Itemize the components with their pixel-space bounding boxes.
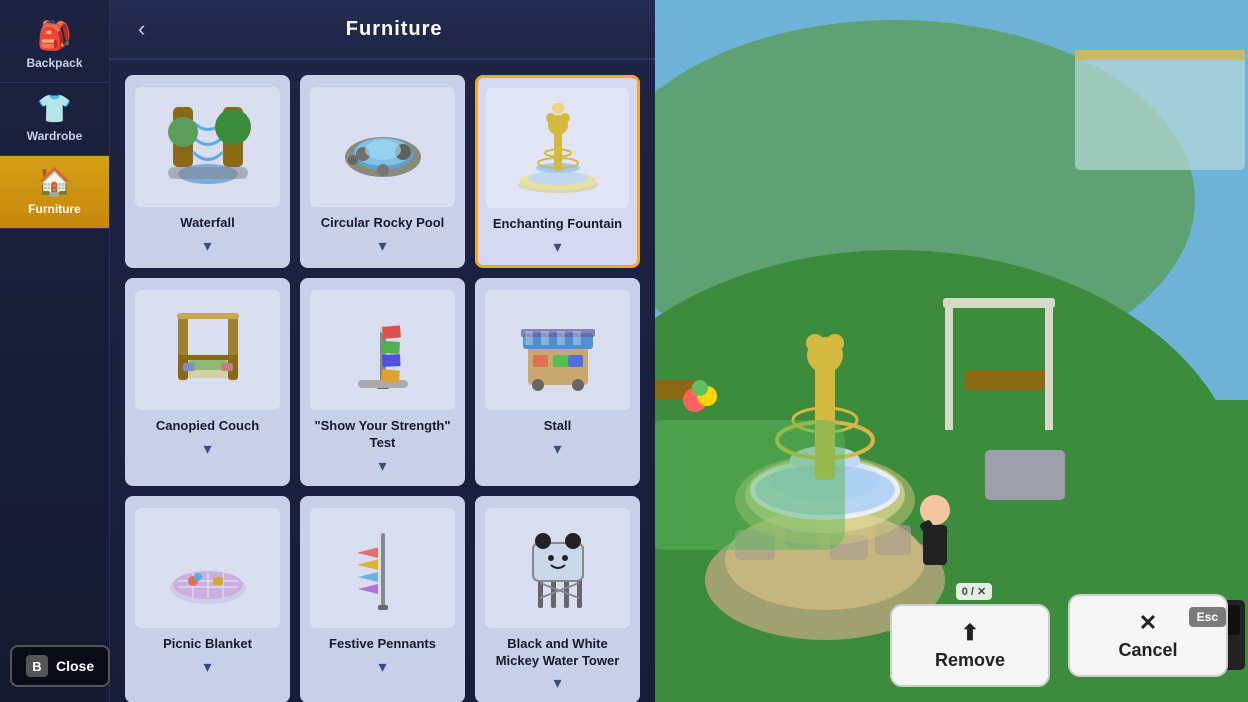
circular-rocky-pool-arrow: ▾ <box>378 236 386 256</box>
remove-counter: 0 / ✕ <box>956 583 993 600</box>
remove-icon: ⬆ <box>961 620 979 646</box>
circular-rocky-pool-image <box>310 87 455 207</box>
furniture-item-stall[interactable]: Stall ▾ <box>475 278 640 486</box>
wardrobe-icon: 👕 <box>37 95 72 123</box>
bottom-actions: 0 / ✕ ⬆ Remove ✕ Cancel <box>545 568 1248 702</box>
sidebar-item-backpack[interactable]: 🎒 Backpack <box>0 10 109 83</box>
cancel-icon: ✕ <box>1139 610 1157 636</box>
sidebar-item-wardrobe[interactable]: 👕 Wardrobe <box>0 83 109 156</box>
sidebar-wardrobe-label: Wardrobe <box>27 129 83 143</box>
cancel-button[interactable]: ✕ Cancel <box>1068 594 1228 677</box>
circular-rocky-pool-name: Circular Rocky Pool <box>321 215 445 232</box>
back-button[interactable]: ‹ <box>130 12 153 46</box>
furniture-item-show-strength-test[interactable]: "Show Your Strength" Test ▾ <box>300 278 465 486</box>
picnic-blanket-arrow: ▾ <box>203 657 211 677</box>
sidebar-item-furniture[interactable]: 🏠 Furniture <box>0 156 109 229</box>
festive-pennants-arrow: ▾ <box>378 657 386 677</box>
remove-label: Remove <box>935 650 1005 671</box>
sidebar: 🎒 Backpack 👕 Wardrobe 🏠 Furniture <box>0 0 110 702</box>
festive-pennants-name: Festive Pennants <box>329 636 436 653</box>
canopied-couch-name: Canopied Couch <box>156 418 259 435</box>
show-strength-test-name: "Show Your Strength" Test <box>310 418 455 452</box>
cancel-label: Cancel <box>1118 640 1177 661</box>
backpack-icon: 🎒 <box>37 22 72 50</box>
remove-button-container: 0 / ✕ ⬆ Remove <box>890 583 1058 687</box>
furniture-icon: 🏠 <box>37 168 72 196</box>
canopied-couch-arrow: ▾ <box>203 439 211 459</box>
sidebar-furniture-label: Furniture <box>28 202 81 216</box>
furniture-item-canopied-couch[interactable]: Canopied Couch ▾ <box>125 278 290 486</box>
furniture-item-festive-pennants[interactable]: Festive Pennants ▾ <box>300 496 465 702</box>
panel-header: ‹ Furniture <box>110 0 655 60</box>
close-button[interactable]: B Close <box>10 645 110 687</box>
stall-name: Stall <box>544 418 571 435</box>
enchanting-fountain-arrow: ▾ <box>553 237 561 257</box>
b-badge: B <box>26 655 48 677</box>
picnic-blanket-image <box>135 508 280 628</box>
waterfall-name: Waterfall <box>180 215 234 232</box>
close-label: Close <box>56 658 94 674</box>
furniture-item-waterfall[interactable]: Waterfall ▾ <box>125 75 290 268</box>
picnic-blanket-name: Picnic Blanket <box>163 636 252 653</box>
actions-inner: 0 / ✕ ⬆ Remove ✕ Cancel <box>890 583 1228 687</box>
sidebar-backpack-label: Backpack <box>26 56 82 70</box>
enchanting-fountain-name: Enchanting Fountain <box>493 216 622 233</box>
furniture-item-circular-rocky-pool[interactable]: Circular Rocky Pool ▾ <box>300 75 465 268</box>
canopied-couch-image <box>135 290 280 410</box>
panel-title: Furniture <box>153 18 635 41</box>
remove-button[interactable]: ⬆ Remove <box>890 604 1050 687</box>
stall-arrow: ▾ <box>553 439 561 459</box>
furniture-item-picnic-blanket[interactable]: Picnic Blanket ▾ <box>125 496 290 702</box>
waterfall-image <box>135 87 280 207</box>
esc-label: Esc <box>1189 607 1226 627</box>
show-strength-test-arrow: ▾ <box>378 456 386 476</box>
festive-pennants-image <box>310 508 455 628</box>
stall-image <box>485 290 630 410</box>
furniture-item-enchanting-fountain[interactable]: Enchanting Fountain ▾ <box>475 75 640 268</box>
enchanting-fountain-image <box>486 88 629 208</box>
show-strength-test-image <box>310 290 455 410</box>
waterfall-arrow: ▾ <box>203 236 211 256</box>
